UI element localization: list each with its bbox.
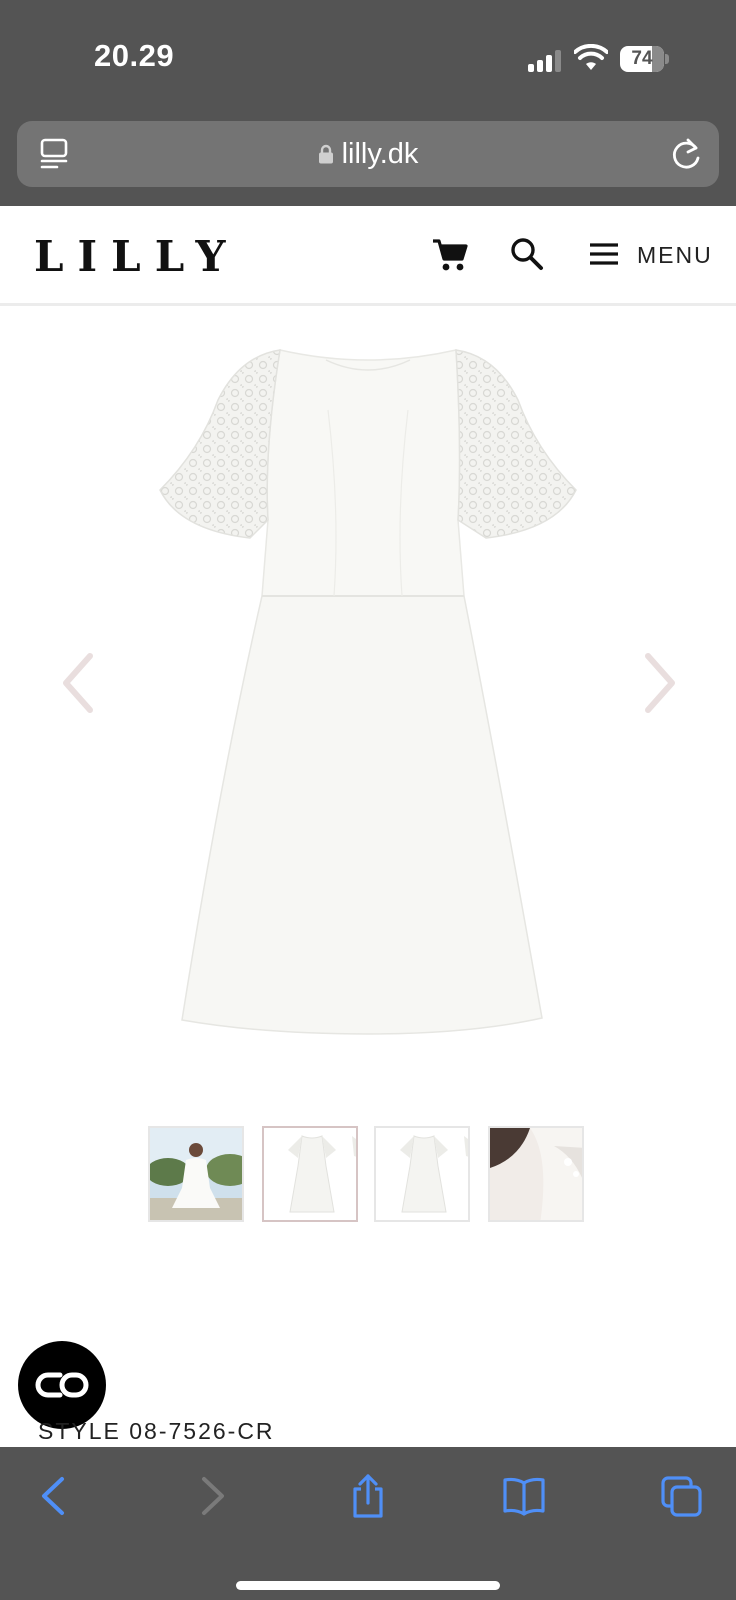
cart-icon[interactable] bbox=[432, 238, 468, 272]
thumbnail-photo-model-outdoor bbox=[150, 1128, 242, 1220]
thumbnail-4[interactable] bbox=[488, 1126, 584, 1222]
previous-image-chevron-icon[interactable] bbox=[58, 650, 98, 716]
address-bar[interactable]: lilly.dk bbox=[17, 121, 719, 187]
back-arrow-icon[interactable] bbox=[32, 1473, 76, 1519]
hamburger-menu-icon[interactable] bbox=[589, 242, 619, 266]
lock-icon bbox=[318, 144, 333, 164]
thumbnail-dress-front bbox=[264, 1128, 356, 1220]
chat-logo-icon bbox=[35, 1372, 89, 1398]
battery-icon: 74 bbox=[620, 46, 669, 72]
chat-widget-button[interactable] bbox=[18, 1341, 106, 1429]
share-icon[interactable] bbox=[346, 1473, 390, 1519]
site-header: LILLY MENU bbox=[0, 206, 736, 306]
browser-bottom-toolbar bbox=[0, 1447, 736, 1600]
cellular-signal-icon bbox=[528, 50, 562, 72]
home-indicator bbox=[236, 1581, 500, 1590]
bookmarks-book-icon[interactable] bbox=[502, 1473, 546, 1519]
tabs-overview-icon[interactable] bbox=[660, 1473, 704, 1519]
browser-top-chrome: 20.29 74 lilly.dk bbox=[0, 0, 736, 206]
battery-level: 74 bbox=[631, 48, 653, 69]
url-text: lilly.dk bbox=[341, 138, 419, 170]
status-time: 20.29 bbox=[94, 38, 175, 73]
wifi-icon bbox=[574, 44, 608, 70]
thumbnail-dress-alt bbox=[376, 1128, 468, 1220]
thumbnail-strip bbox=[148, 1126, 588, 1222]
product-image-dress[interactable] bbox=[130, 330, 606, 1050]
url-display[interactable]: lilly.dk bbox=[17, 121, 719, 187]
site-logo[interactable]: LILLY bbox=[34, 232, 240, 281]
search-icon[interactable] bbox=[510, 237, 544, 271]
next-image-chevron-icon[interactable] bbox=[640, 650, 680, 716]
thumbnail-1[interactable] bbox=[148, 1126, 244, 1222]
product-style-code: STYLE 08-7526-CR bbox=[38, 1418, 275, 1444]
menu-button-label[interactable]: MENU bbox=[637, 242, 713, 269]
thumbnail-3[interactable] bbox=[374, 1126, 470, 1222]
thumbnail-2[interactable] bbox=[262, 1126, 358, 1222]
forward-arrow-icon[interactable] bbox=[190, 1473, 234, 1519]
thumbnail-lace-detail bbox=[490, 1128, 582, 1220]
reload-icon[interactable] bbox=[669, 136, 703, 172]
